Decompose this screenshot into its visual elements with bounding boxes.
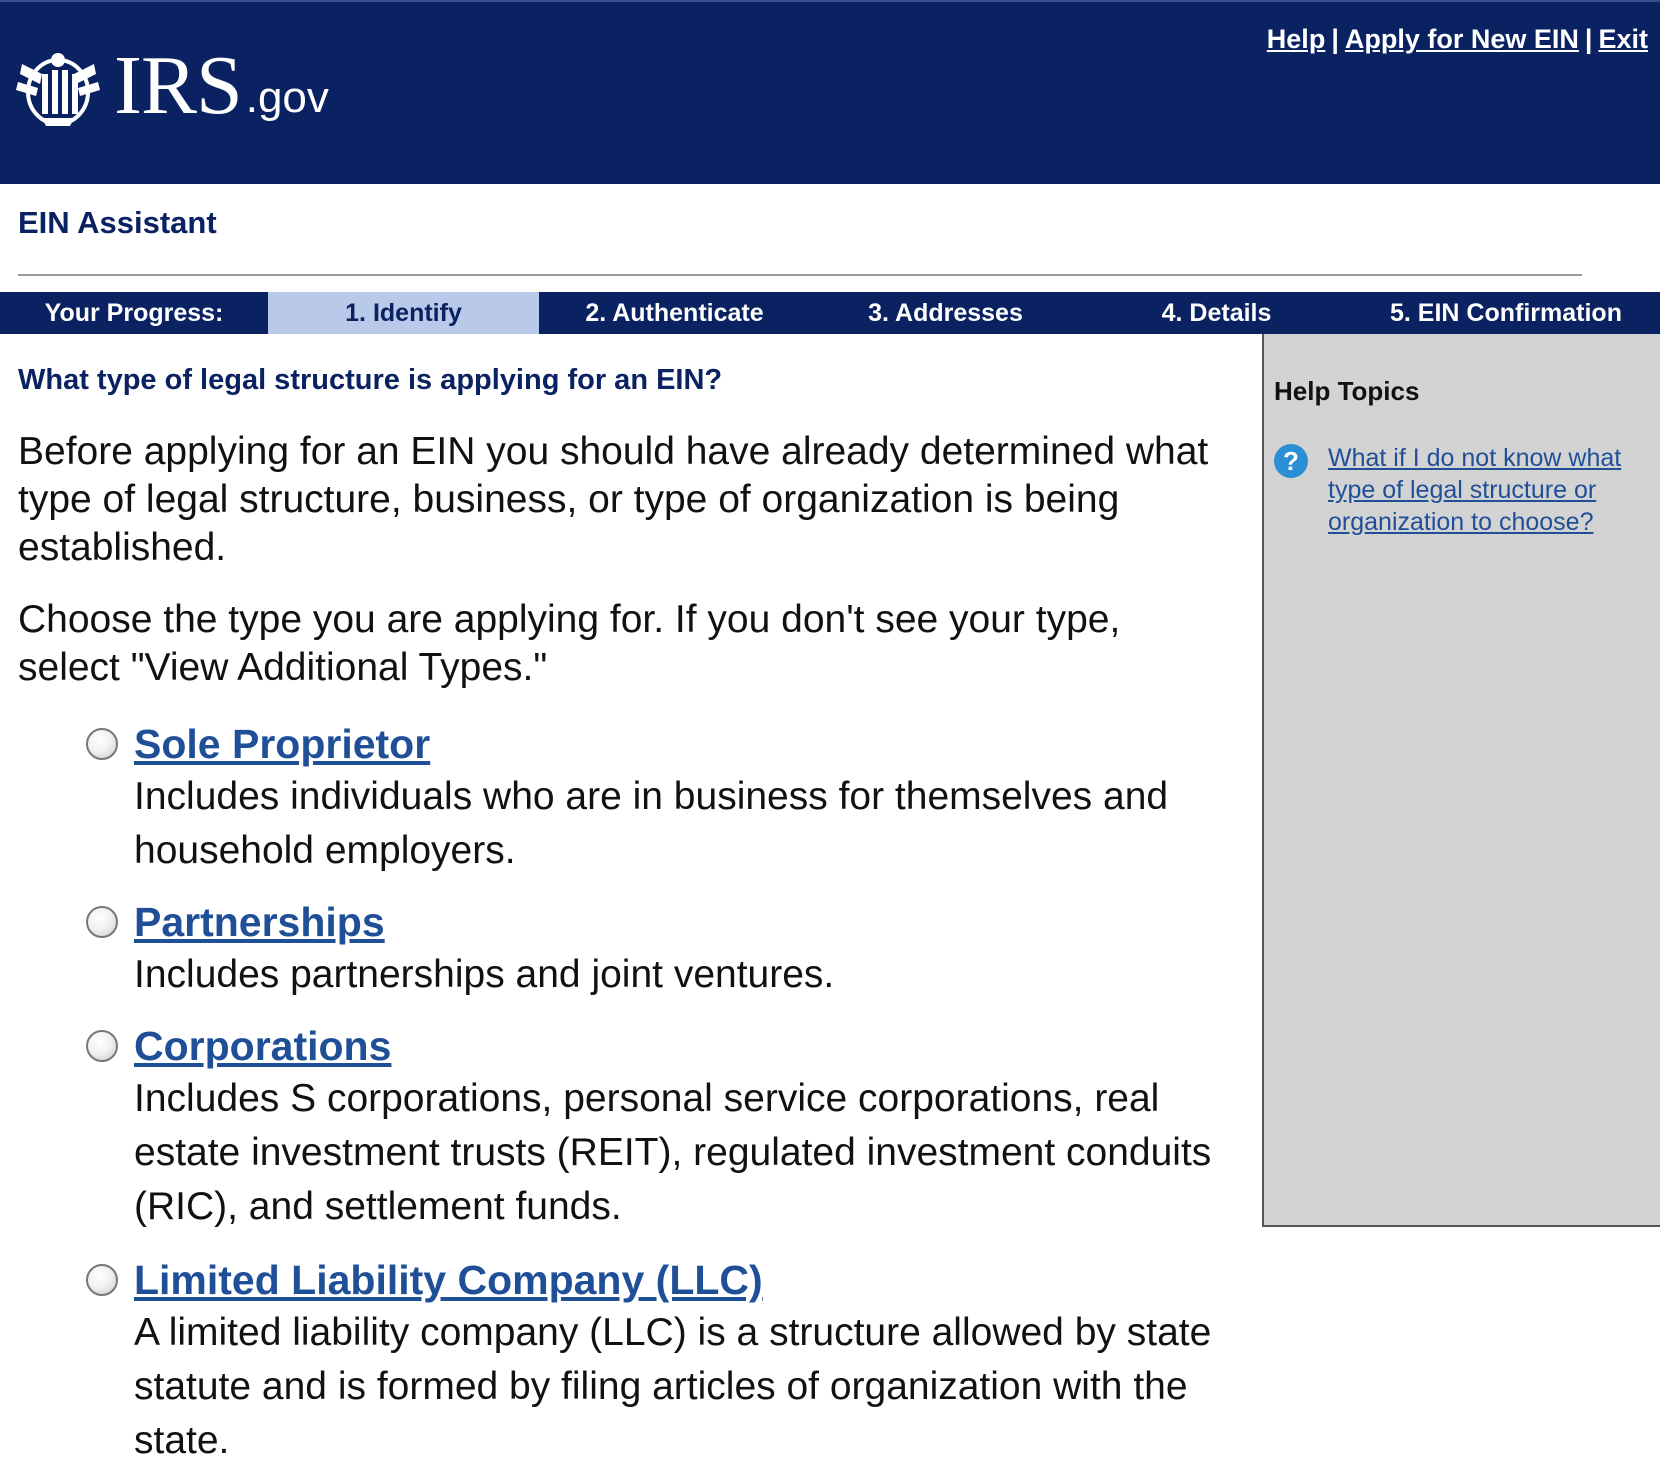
logo-text: IRS [114, 39, 243, 132]
option-description: Includes S corporations, personal servic… [134, 1077, 1212, 1228]
page-title: EIN Assistant [18, 205, 217, 240]
irs-logo[interactable]: IRS .gov [12, 38, 329, 128]
option-label-corporations[interactable]: Corporations [134, 1020, 391, 1072]
progress-step-details: 4. Details [1161, 298, 1272, 327]
progress-step-ein-confirmation: 5. EIN Confirmation [1390, 298, 1622, 327]
progress-label: Your Progress: [44, 298, 224, 327]
option-label-sole-proprietor[interactable]: Sole Proprietor [134, 718, 430, 770]
progress-step-authenticate: 2. Authenticate [585, 298, 764, 327]
option-description: Includes individuals who are in business… [134, 775, 1169, 872]
help-topic-link[interactable]: What if I do not know what type of legal… [1328, 442, 1648, 538]
progress-step-identify: 1. Identify [268, 292, 539, 334]
option-label-llc[interactable]: Limited Liability Company (LLC) [134, 1254, 763, 1306]
option-label-partnerships[interactable]: Partnerships [134, 896, 385, 948]
help-topic-item: ? What if I do not know what type of leg… [1274, 442, 1648, 538]
progress-step-addresses: 3. Addresses [868, 298, 1023, 327]
link-separator: | [1584, 24, 1593, 54]
radio-llc[interactable] [86, 1264, 118, 1296]
apply-new-ein-link[interactable]: Apply for New EIN [1345, 24, 1579, 54]
question-mark-icon: ? [1274, 444, 1308, 478]
option-description: Includes partnerships and joint ventures… [134, 953, 835, 996]
intro-paragraph: Before applying for an EIN you should ha… [18, 430, 1209, 569]
radio-corporations[interactable] [86, 1030, 118, 1062]
exit-link[interactable]: Exit [1598, 24, 1648, 54]
title-divider [18, 274, 1582, 276]
question-heading: What type of legal structure is applying… [18, 364, 723, 396]
radio-partnerships[interactable] [86, 906, 118, 938]
progress-bar: Your Progress: 1. Identify 2. Authentica… [0, 292, 1660, 334]
help-link[interactable]: Help [1267, 24, 1326, 54]
option-description: A limited liability company (LLC) is a s… [134, 1311, 1212, 1462]
instruction-paragraph: Choose the type you are applying for. If… [18, 598, 1121, 689]
eagle-icon [16, 53, 100, 126]
help-sidebar: Help Topics ? What if I do not know what… [1262, 334, 1660, 1227]
top-links: Help | Apply for New EIN | Exit [1267, 24, 1648, 55]
help-topics-title: Help Topics [1274, 376, 1420, 406]
logo-suffix: .gov [245, 73, 329, 122]
link-separator: | [1331, 24, 1339, 54]
site-header: IRS .gov Help | Apply for New EIN | Exit [0, 0, 1660, 184]
radio-sole-proprietor[interactable] [86, 728, 118, 760]
